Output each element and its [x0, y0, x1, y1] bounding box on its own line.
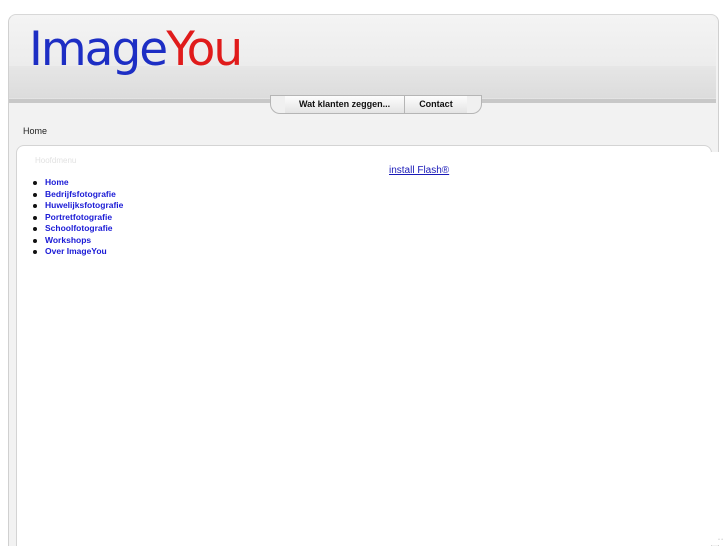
menu-item-label[interactable]: Schoolfotografie: [45, 223, 113, 233]
menu-item-workshops[interactable]: Workshops: [30, 235, 123, 247]
content-edge: [711, 152, 727, 545]
site-logo[interactable]: ImageYou: [29, 22, 243, 78]
corner-mark: • •: [718, 537, 723, 543]
logo-text-image: Image: [29, 22, 168, 77]
menu-item-schoolfotografie[interactable]: Schoolfotografie: [30, 223, 123, 235]
menu-item-label[interactable]: Bedrijfsfotografie: [45, 189, 116, 199]
menu-item-label[interactable]: Huwelijksfotografie: [45, 200, 123, 210]
nav-cap-left: [270, 95, 285, 114]
logo-text-you: You: [166, 22, 243, 77]
top-nav: Wat klanten zeggen... Contact: [270, 95, 482, 114]
menu-item-label[interactable]: Home: [45, 177, 69, 187]
menu-item-label[interactable]: Portretfotografie: [45, 212, 112, 222]
menu-item-label[interactable]: Workshops: [45, 235, 91, 245]
menu-item-huwelijksfotografie[interactable]: Huwelijksfotografie: [30, 200, 123, 212]
menu-item-over-imageyou[interactable]: Over ImageYou: [30, 246, 123, 258]
menu-title: Hoofdmenu: [35, 156, 77, 165]
menu-item-portretfotografie[interactable]: Portretfotografie: [30, 212, 123, 224]
main-menu: Home Bedrijfsfotografie Huwelijksfotogra…: [30, 177, 123, 258]
nav-item-contact[interactable]: Contact: [405, 95, 467, 114]
nav-cap-right: [466, 95, 482, 114]
menu-item-bedrijfsfotografie[interactable]: Bedrijfsfotografie: [30, 189, 123, 201]
breadcrumb: Home: [23, 126, 48, 136]
nav-item-testimonials[interactable]: Wat klanten zeggen...: [285, 95, 405, 114]
menu-item-home[interactable]: Home: [30, 177, 123, 189]
menu-item-label[interactable]: Over ImageYou: [45, 246, 107, 256]
install-flash-link[interactable]: install Flash®: [389, 165, 449, 176]
